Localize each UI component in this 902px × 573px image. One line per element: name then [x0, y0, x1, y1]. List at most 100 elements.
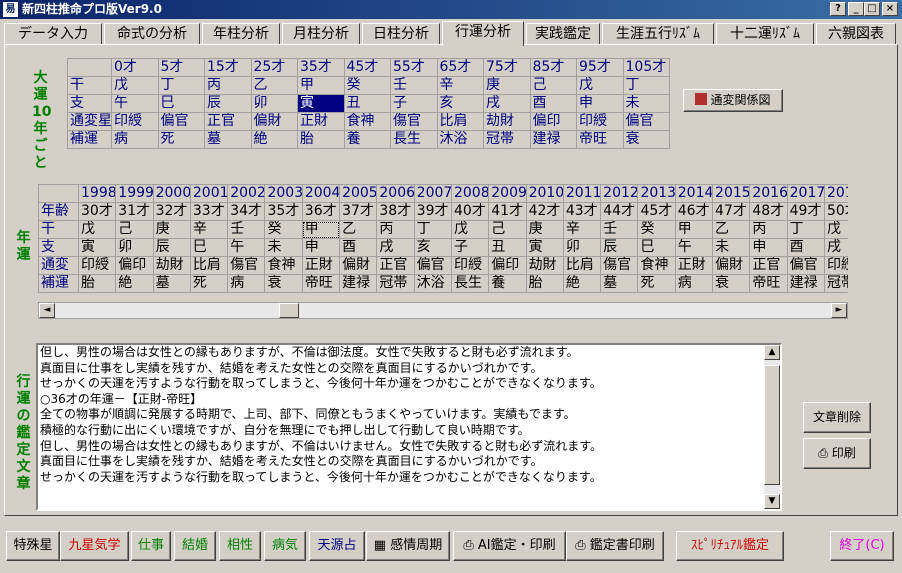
- spiritual-button[interactable]: ｽﾋﾟﾘﾁｭｱﾙ鑑定: [676, 531, 784, 561]
- exit-button[interactable]: 終了(C): [830, 531, 894, 561]
- nenun-cell[interactable]: 巳: [637, 238, 676, 257]
- nenun-cell[interactable]: 病: [674, 274, 714, 293]
- taiun-cell[interactable]: 沐浴: [436, 130, 484, 149]
- kantei-text-area[interactable]: 但し、男性の場合は女性との縁もありますが、不倫は御法度。女性で失敗すると財も必ず…: [36, 343, 782, 511]
- kantei-scrollbar[interactable]: ▲ ▼: [764, 345, 780, 509]
- nenun-cell[interactable]: 戌: [823, 238, 848, 257]
- nenun-cell[interactable]: 申: [301, 238, 341, 257]
- taiun-cell[interactable]: 冠帯: [483, 130, 531, 149]
- taiun-cell[interactable]: 絶: [250, 130, 298, 149]
- taiun-cell[interactable]: 辰: [204, 94, 252, 113]
- nenun-cell[interactable]: 戊: [823, 220, 848, 239]
- nenun-cell[interactable]: 37才: [339, 202, 378, 221]
- tab-koun[interactable]: 行運分析: [442, 21, 524, 46]
- nenun-cell[interactable]: 辰: [600, 238, 639, 257]
- kekkon-button[interactable]: 結婚: [174, 531, 216, 561]
- nenun-cell[interactable]: 丁: [786, 220, 825, 239]
- taiun-cell[interactable]: 辛: [436, 76, 484, 95]
- taiun-cell[interactable]: 酉: [529, 94, 577, 113]
- taiun-cell[interactable]: 午: [111, 94, 159, 113]
- nenun-cell[interactable]: 衰: [712, 274, 751, 293]
- nenun-cell[interactable]: 壬: [227, 220, 266, 239]
- tab-meishiki[interactable]: 命式の分析: [104, 23, 200, 45]
- taiun-cell[interactable]: 申: [576, 94, 624, 113]
- taiun-cell[interactable]: 偏官: [157, 112, 205, 131]
- nenun-cell[interactable]: 比肩: [189, 256, 229, 275]
- nenun-cell[interactable]: 墓: [152, 274, 191, 293]
- nenun-cell[interactable]: 建禄: [786, 274, 825, 293]
- delete-text-button[interactable]: 文章削除: [803, 402, 871, 433]
- close-button[interactable]: ×: [882, 2, 898, 16]
- kanjo-button[interactable]: ▦ 感情周期: [366, 531, 450, 561]
- scroll-up-button[interactable]: ▲: [764, 345, 780, 360]
- nenun-cell[interactable]: 戊: [450, 220, 490, 239]
- nenun-cell[interactable]: 帝旺: [301, 274, 341, 293]
- taiun-cell[interactable]: 正官: [204, 112, 252, 131]
- nenun-cell[interactable]: 戌: [376, 238, 415, 257]
- taiun-cell[interactable]: 長生: [390, 130, 438, 149]
- taiun-cell[interactable]: 丁: [622, 76, 670, 95]
- taiun-cell[interactable]: 偏官: [622, 112, 670, 131]
- nenun-cell[interactable]: 偏官: [413, 256, 452, 275]
- taiun-cell[interactable]: 死: [157, 130, 205, 149]
- nenun-cell[interactable]: 36才: [301, 202, 341, 221]
- nenun-cell[interactable]: 50才: [823, 202, 848, 221]
- nenun-cell[interactable]: 壬: [600, 220, 639, 239]
- nenun-cell[interactable]: 43才: [562, 202, 602, 221]
- nenun-cell[interactable]: 49才: [786, 202, 825, 221]
- nenun-cell[interactable]: 41才: [488, 202, 527, 221]
- nenun-cell[interactable]: 印綬: [823, 256, 848, 275]
- nenun-cell[interactable]: 印綬: [450, 256, 490, 275]
- scroll-down-button[interactable]: ▼: [764, 494, 780, 509]
- nenun-cell[interactable]: 42才: [525, 202, 564, 221]
- nenun-cell[interactable]: 丁: [413, 220, 452, 239]
- scroll-thumb[interactable]: [764, 365, 780, 485]
- nenun-cell[interactable]: 未: [712, 238, 751, 257]
- nenun-cell[interactable]: 帝旺: [749, 274, 788, 293]
- nenun-cell[interactable]: 甲: [674, 220, 714, 239]
- shigoto-button[interactable]: 仕事: [131, 531, 171, 561]
- nenun-cell[interactable]: 庚: [152, 220, 191, 239]
- nenun-cell[interactable]: 胎: [525, 274, 564, 293]
- aisho-button[interactable]: 相性: [219, 531, 261, 561]
- nenun-cell[interactable]: 劫財: [152, 256, 191, 275]
- nenun-cell[interactable]: 偏官: [786, 256, 825, 275]
- nenun-cell[interactable]: 巳: [189, 238, 229, 257]
- tab-juniun-rhythm[interactable]: 十二運ﾘｽﾞﾑ: [716, 23, 814, 45]
- nenun-cell[interactable]: 35才: [264, 202, 303, 221]
- nenun-cell[interactable]: 冠帯: [823, 274, 848, 293]
- taiun-cell[interactable]: 己: [529, 76, 577, 95]
- taiun-cell[interactable]: 亥: [436, 94, 484, 113]
- ai-print-button[interactable]: ⎙ AI鑑定・印刷: [453, 531, 566, 561]
- relation-chart-button[interactable]: 通変関係図: [683, 89, 783, 112]
- nenun-cell[interactable]: 比肩: [562, 256, 602, 275]
- taiun-cell[interactable]: 偏財: [250, 112, 298, 131]
- nenun-cell[interactable]: 病: [227, 274, 266, 293]
- nenun-cell[interactable]: 胎: [77, 274, 117, 293]
- taiun-cell[interactable]: 丁: [157, 76, 205, 95]
- tab-nitchu[interactable]: 日柱分析: [362, 23, 440, 45]
- tokushusei-button[interactable]: 特殊星: [6, 531, 60, 561]
- nenun-cell[interactable]: 死: [189, 274, 229, 293]
- nenun-cell[interactable]: 丙: [376, 220, 415, 239]
- taiun-cell[interactable]: 未: [622, 94, 670, 113]
- nenun-cell[interactable]: 寅: [77, 238, 117, 257]
- taiun-cell[interactable]: 衰: [622, 130, 670, 149]
- nenun-cell[interactable]: 45才: [637, 202, 676, 221]
- nenun-cell[interactable]: 卯: [562, 238, 602, 257]
- scroll-thumb[interactable]: [279, 303, 299, 318]
- taiun-cell[interactable]: 建禄: [529, 130, 577, 149]
- nenun-cell[interactable]: 辛: [562, 220, 602, 239]
- taiun-cell[interactable]: 戌: [483, 94, 531, 113]
- kanteisho-button[interactable]: ⎙ 鑑定書印刷: [566, 531, 664, 561]
- nenun-cell[interactable]: 印綬: [77, 256, 117, 275]
- tab-jissen[interactable]: 実践鑑定: [526, 23, 600, 45]
- nenun-cell[interactable]: 癸: [264, 220, 303, 239]
- nenun-cell[interactable]: 墓: [600, 274, 639, 293]
- nenun-cell[interactable]: 寅: [525, 238, 564, 257]
- nenun-cell[interactable]: 酉: [339, 238, 378, 257]
- byoki-button[interactable]: 病気: [264, 531, 306, 561]
- nenun-cell[interactable]: 未: [264, 238, 303, 257]
- tab-getchu[interactable]: 月柱分析: [282, 23, 360, 45]
- taiun-cell[interactable]: 病: [111, 130, 159, 149]
